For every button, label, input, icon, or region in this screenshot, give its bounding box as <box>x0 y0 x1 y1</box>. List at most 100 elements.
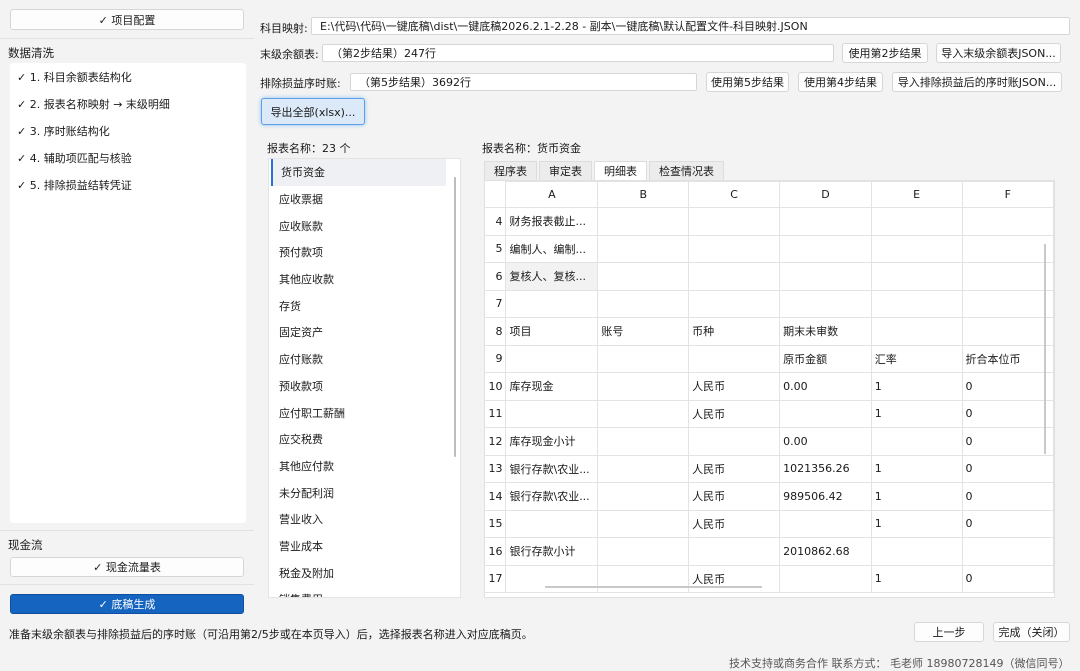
table-cell[interactable] <box>688 289 781 318</box>
table-cell[interactable]: 复核人、复核... <box>505 262 599 291</box>
table-cell[interactable]: 人民币 <box>688 482 781 511</box>
table-cell[interactable]: 1 <box>870 454 963 483</box>
table-cell[interactable]: 0 <box>961 399 1054 428</box>
table-cell[interactable] <box>870 317 963 346</box>
table-cell[interactable] <box>505 344 599 373</box>
row-number[interactable]: 17 <box>485 564 507 593</box>
table-cell[interactable] <box>688 234 781 263</box>
report-list-item[interactable]: 营业成本 <box>269 533 460 560</box>
step-item[interactable]: ✓ 4. 辅助项匹配与核验 <box>10 144 246 171</box>
table-cell[interactable]: 项目 <box>505 317 599 346</box>
table-cell[interactable] <box>688 427 781 456</box>
report-list-item[interactable]: 存货 <box>269 292 460 319</box>
report-list-item[interactable]: 营业收入 <box>269 506 460 533</box>
table-cell[interactable]: 人民币 <box>688 564 781 593</box>
table-cell[interactable] <box>961 289 1054 318</box>
table-cell[interactable]: 1021356.26 <box>779 454 872 483</box>
table-cell[interactable]: 币种 <box>688 317 781 346</box>
table-cell[interactable] <box>597 537 690 566</box>
column-header[interactable]: F <box>961 181 1054 208</box>
table-cell[interactable] <box>870 234 963 263</box>
report-list-item[interactable]: 其他应付款 <box>269 453 460 480</box>
table-cell[interactable]: 1 <box>870 482 963 511</box>
journal-field[interactable]: （第5步结果）3692行 <box>350 73 697 91</box>
row-number[interactable]: 12 <box>485 427 507 456</box>
table-cell[interactable]: 汇率 <box>870 344 963 373</box>
report-list-item[interactable]: 应付职工薪酬 <box>269 399 460 426</box>
table-cell[interactable] <box>779 207 872 236</box>
table-cell[interactable] <box>870 427 963 456</box>
report-list-item[interactable]: 固定资产 <box>269 319 460 346</box>
table-cell[interactable]: 人民币 <box>688 454 781 483</box>
table-cell[interactable] <box>505 564 599 593</box>
report-list-item[interactable]: 未分配利润 <box>269 479 460 506</box>
finish-close-button[interactable]: 完成（关闭） <box>993 622 1070 642</box>
step-item[interactable]: ✓ 2. 报表名称映射 → 末级明细 <box>10 90 246 117</box>
list-scrollbar[interactable] <box>454 177 456 457</box>
table-cell[interactable] <box>779 399 872 428</box>
row-number[interactable]: 16 <box>485 537 507 566</box>
project-config-button[interactable]: ✓ 项目配置 <box>10 9 244 30</box>
table-cell[interactable]: 2010862.68 <box>779 537 872 566</box>
step-item[interactable]: ✓ 3. 序时账结构化 <box>10 117 246 144</box>
table-cell[interactable]: 财务报表截止... <box>505 207 599 236</box>
table-cell[interactable]: 库存现金 <box>505 372 599 401</box>
column-header[interactable]: D <box>779 181 872 208</box>
table-cell[interactable]: 989506.42 <box>779 482 872 511</box>
tab-procedure[interactable]: 程序表 <box>484 161 537 180</box>
row-number[interactable]: 5 <box>485 234 507 263</box>
table-cell[interactable]: 0.00 <box>779 427 872 456</box>
cash-flow-button[interactable]: ✓ 现金流量表 <box>10 557 244 577</box>
table-cell[interactable] <box>505 289 599 318</box>
table-cell[interactable] <box>597 564 690 593</box>
report-list-item[interactable]: 应收票据 <box>269 186 460 213</box>
sheet-vertical-scrollbar[interactable] <box>1044 244 1046 454</box>
row-number[interactable]: 10 <box>485 372 507 401</box>
table-cell[interactable] <box>961 207 1054 236</box>
report-list-item[interactable]: 预收款项 <box>269 373 460 400</box>
report-list-item[interactable]: 预付款项 <box>269 239 460 266</box>
table-cell[interactable] <box>597 427 690 456</box>
table-cell[interactable] <box>688 537 781 566</box>
spreadsheet-grid[interactable]: ABCDEF 4 财务报表截止... 5 编制人、编制... 6 复核人、复核... 7 8 项… <box>485 181 1054 593</box>
mapping-path-field[interactable]: E:\代码\代码\一键底稿\dist\一键底稿2026.2.1-2.28 - 副… <box>311 17 1070 35</box>
table-cell[interactable] <box>870 537 963 566</box>
row-number[interactable]: 14 <box>485 482 507 511</box>
table-cell[interactable] <box>688 344 781 373</box>
table-cell[interactable]: 0 <box>961 482 1054 511</box>
table-cell[interactable]: 0 <box>961 427 1054 456</box>
column-header[interactable]: B <box>597 181 690 208</box>
table-cell[interactable]: 0 <box>961 454 1054 483</box>
use-step4-button[interactable]: 使用第4步结果 <box>798 72 883 92</box>
table-cell[interactable] <box>597 509 690 538</box>
spreadsheet[interactable]: ABCDEF 4 财务报表截止... 5 编制人、编制... 6 复核人、复核... 7 8 项… <box>484 180 1055 598</box>
table-cell[interactable] <box>597 344 690 373</box>
table-cell[interactable]: 折合本位币 <box>961 344 1054 373</box>
tab-inspection[interactable]: 检查情况表 <box>649 161 724 180</box>
tab-audited[interactable]: 审定表 <box>539 161 592 180</box>
row-number[interactable]: 7 <box>485 289 507 318</box>
table-cell[interactable] <box>688 262 781 291</box>
use-step2-button[interactable]: 使用第2步结果 <box>842 43 928 63</box>
report-list-item[interactable]: 货币资金 <box>271 159 446 186</box>
column-header[interactable]: A <box>505 181 599 208</box>
row-number[interactable]: 15 <box>485 509 507 538</box>
table-cell[interactable] <box>779 262 872 291</box>
table-cell[interactable]: 0 <box>961 564 1054 593</box>
table-cell[interactable] <box>779 289 872 318</box>
table-cell[interactable]: 账号 <box>597 317 690 346</box>
table-cell[interactable] <box>597 399 690 428</box>
table-cell[interactable] <box>779 234 872 263</box>
report-list-item[interactable]: 应收账款 <box>269 212 460 239</box>
report-list[interactable]: 货币资金 应收票据 应收账款 预付款项 其他应收款 存货 固定资产 应付账款 预收款项 应付职工薪… <box>268 158 461 598</box>
table-cell[interactable]: 期末未审数 <box>779 317 872 346</box>
table-cell[interactable]: 人民币 <box>688 509 781 538</box>
table-cell[interactable]: 原币金额 <box>779 344 872 373</box>
report-list-item[interactable]: 应付账款 <box>269 346 460 373</box>
table-cell[interactable] <box>597 482 690 511</box>
table-cell[interactable] <box>597 207 690 236</box>
report-list-item[interactable]: 税金及附加 <box>269 559 460 586</box>
balance-field[interactable]: （第2步结果）247行 <box>322 44 834 62</box>
column-header[interactable]: C <box>688 181 781 208</box>
table-cell[interactable]: 0 <box>961 372 1054 401</box>
